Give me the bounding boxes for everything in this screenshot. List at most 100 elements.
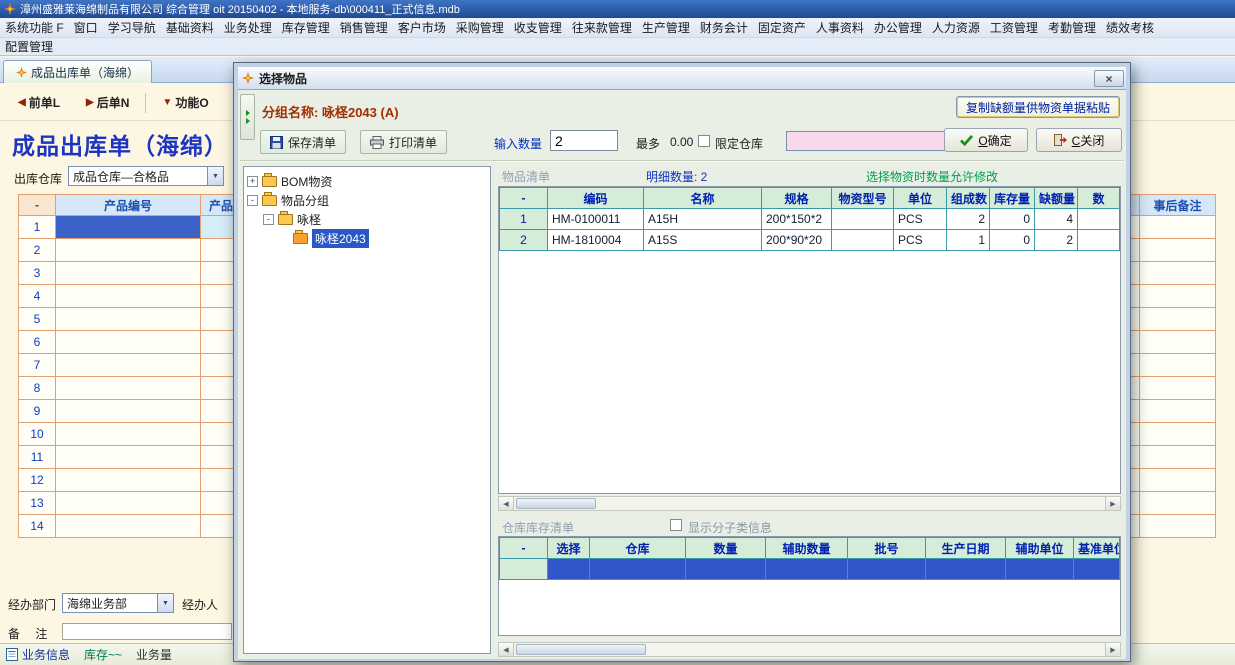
row-number-cell[interactable]: 2 (500, 230, 548, 251)
grid-cell[interactable] (56, 331, 201, 354)
scroll-track[interactable] (514, 497, 1105, 510)
spec-cell[interactable]: 200*90*20 (762, 230, 832, 251)
unit-cell[interactable]: PCS (894, 209, 947, 230)
model-cell[interactable] (832, 209, 894, 230)
save-list-button[interactable]: 保存清单 (260, 130, 346, 154)
grid-cell[interactable] (1140, 515, 1216, 538)
grid-cell[interactable] (1140, 239, 1216, 262)
shortage-cell[interactable]: 4 (1035, 209, 1078, 230)
limit-warehouse-select[interactable]: ▼ (786, 131, 964, 151)
grid-cell[interactable] (56, 308, 201, 331)
menu-item-hr[interactable]: 人力资源 (927, 18, 985, 37)
grid-cell[interactable] (56, 239, 201, 262)
grid-cell[interactable] (56, 423, 201, 446)
grid-cell[interactable] (56, 446, 201, 469)
stock-cell[interactable] (548, 559, 590, 580)
grid-cell[interactable] (1140, 377, 1216, 400)
stock-cell[interactable] (686, 559, 766, 580)
menu-item-customer[interactable]: 客户市场 (393, 18, 451, 37)
close-icon[interactable]: × (1094, 70, 1124, 87)
row-number-cell[interactable]: 10 (19, 423, 56, 446)
row-number-cell[interactable]: 7 (19, 354, 56, 377)
scroll-left-icon[interactable]: ◀ (499, 643, 514, 656)
grid-cell[interactable] (56, 354, 201, 377)
ok-button[interactable]: O确定 (944, 128, 1028, 152)
menu-item-personnel[interactable]: 人事资料 (811, 18, 869, 37)
limit-warehouse-checkbox[interactable] (698, 135, 710, 147)
chevron-down-icon[interactable]: ▼ (157, 594, 173, 612)
grid-cell[interactable] (1140, 262, 1216, 285)
stock-cell[interactable]: 0 (990, 230, 1035, 251)
grid-cell[interactable] (56, 285, 201, 308)
name-cell[interactable]: A15H (644, 209, 762, 230)
scroll-right-icon[interactable]: ▶ (1105, 497, 1120, 510)
scroll-track[interactable] (514, 643, 1105, 656)
scroll-thumb[interactable] (516, 644, 646, 655)
quantity-input[interactable] (550, 130, 618, 151)
menu-item-system[interactable]: 系统功能 F (0, 18, 69, 37)
dept-select[interactable]: 海绵业务部 ▼ (62, 593, 174, 613)
grid-cell[interactable] (56, 377, 201, 400)
model-cell[interactable] (832, 230, 894, 251)
menu-item-inventory[interactable]: 库存管理 (277, 18, 335, 37)
grid-cell[interactable] (1140, 469, 1216, 492)
window-titlebar[interactable]: 漳州盛雅莱海绵制品有限公司 综合管理 oit 20150402 - 本地服务-d… (0, 0, 1235, 18)
row-number-cell[interactable]: 13 (19, 492, 56, 515)
remark-input[interactable] (62, 623, 232, 640)
next-record-button[interactable]: ▶ 后单N (76, 90, 139, 115)
code-cell[interactable]: HM-1810004 (548, 230, 644, 251)
doc-tab-outbound[interactable]: 成品出库单（海绵） (3, 60, 152, 83)
row-number-cell[interactable]: 14 (19, 515, 56, 538)
grid-cell[interactable] (1140, 308, 1216, 331)
row-number-cell[interactable]: 4 (19, 285, 56, 308)
row-number-cell[interactable]: 9 (19, 400, 56, 423)
row-number-cell[interactable]: 3 (19, 262, 56, 285)
menu-item-sales[interactable]: 销售管理 (335, 18, 393, 37)
menu-item-salary[interactable]: 工资管理 (985, 18, 1043, 37)
print-list-button[interactable]: 打印清单 (360, 130, 447, 154)
grid-cell[interactable] (56, 400, 201, 423)
grid-cell[interactable] (56, 492, 201, 515)
scroll-right-icon[interactable]: ▶ (1105, 643, 1120, 656)
items-horizontal-scrollbar[interactable]: ◀ ▶ (498, 496, 1121, 511)
toolbar-grip-button[interactable] (240, 94, 255, 140)
menu-item-learning[interactable]: 学习导航 (103, 18, 161, 37)
status-tab-volume[interactable]: 业务量 (136, 646, 172, 663)
status-tab-business-info[interactable]: 业务信息 (6, 646, 70, 663)
menu-item-office[interactable]: 办公管理 (869, 18, 927, 37)
collapse-icon[interactable]: - (247, 195, 258, 206)
grid-cell[interactable] (1140, 354, 1216, 377)
menu-item-fixed-assets[interactable]: 固定资产 (753, 18, 811, 37)
grid-cell[interactable] (1140, 446, 1216, 469)
prev-record-button[interactable]: ◀ 前单L (8, 90, 70, 115)
row-number-cell[interactable]: 11 (19, 446, 56, 469)
grid-cell[interactable] (1140, 216, 1216, 239)
row-number-cell[interactable]: 5 (19, 308, 56, 331)
selected-cell[interactable] (56, 216, 201, 239)
scroll-thumb[interactable] (516, 498, 596, 509)
stock-cell[interactable] (1074, 559, 1120, 580)
spec-cell[interactable]: 200*150*2 (762, 209, 832, 230)
row-number-cell[interactable] (500, 559, 548, 580)
menu-item-finance[interactable]: 财务会计 (695, 18, 753, 37)
grid-cell[interactable] (56, 262, 201, 285)
chevron-down-icon[interactable]: ▼ (207, 167, 223, 185)
tree-node-yongcheng[interactable]: - 咏柽 (247, 210, 487, 229)
menu-item-accounts[interactable]: 往来款管理 (567, 18, 637, 37)
stock-cell[interactable] (926, 559, 1006, 580)
menu-item-attendance[interactable]: 考勤管理 (1043, 18, 1101, 37)
menu-item-config[interactable]: 配置管理 (0, 38, 58, 55)
tree-node-item-groups[interactable]: - 物品分组 (247, 191, 487, 210)
menu-item-business[interactable]: 业务处理 (219, 18, 277, 37)
stock-cell[interactable] (590, 559, 686, 580)
row-number-cell[interactable]: 6 (19, 331, 56, 354)
grid-cell[interactable] (56, 515, 201, 538)
collapse-icon[interactable]: - (263, 214, 274, 225)
row-number-cell[interactable]: 2 (19, 239, 56, 262)
qty-cell[interactable]: 1 (947, 230, 990, 251)
stock-cell[interactable] (766, 559, 848, 580)
stock-cell[interactable]: 0 (990, 209, 1035, 230)
unit-cell[interactable]: PCS (894, 230, 947, 251)
copy-shortage-button[interactable]: 复制缺额量供物资单据粘贴 (956, 96, 1120, 118)
show-subclass-checkbox[interactable] (670, 519, 682, 531)
